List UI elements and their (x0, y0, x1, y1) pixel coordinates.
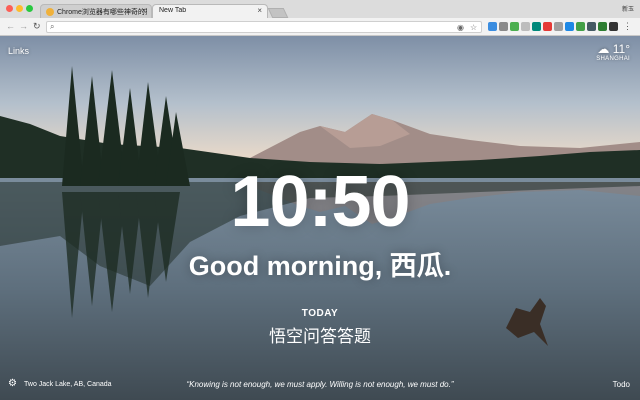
extension-icon[interactable] (499, 22, 508, 31)
extension-icon[interactable] (554, 22, 563, 31)
new-tab-button[interactable] (267, 8, 289, 18)
bottom-bar: ⚙ Two Jack Lake, AB, Canada “Knowing is … (0, 376, 640, 396)
extension-icon[interactable] (598, 22, 607, 31)
focus-label: TODAY (301, 308, 339, 319)
tab-bar: Chrome浏览器有哪些神奇的插件 × New Tab × 新玉 (0, 0, 640, 18)
target-icon[interactable]: ◉ (457, 23, 464, 32)
weather-widget[interactable]: ☁ 11° SHANGHAI (596, 42, 630, 62)
reload-icon[interactable]: ↻ (33, 21, 41, 32)
tab-new-tab[interactable]: New Tab × (152, 4, 268, 18)
new-tab-page: Links ☁ 11° SHANGHAI 10:50 Good morning,… (0, 36, 640, 400)
tab-chrome-plugins[interactable]: Chrome浏览器有哪些神奇的插件 × (40, 4, 152, 18)
weather-city: SHANGHAI (596, 56, 630, 62)
search-icon: ⌕ (50, 22, 55, 31)
extension-icon[interactable] (543, 22, 552, 31)
extension-icon[interactable] (532, 22, 541, 31)
menu-icon[interactable]: ⋮ (623, 21, 632, 32)
maximize-window-button[interactable] (26, 5, 33, 12)
address-input[interactable] (61, 22, 461, 32)
address-bar[interactable]: ⌕ ◉ ☆ (46, 21, 482, 33)
tab-close-icon[interactable]: × (257, 6, 262, 15)
minimize-window-button[interactable] (16, 5, 23, 12)
star-icon[interactable]: ☆ (470, 23, 477, 32)
extension-icon[interactable] (576, 22, 585, 31)
close-window-button[interactable] (6, 5, 13, 12)
browser-chrome: Chrome浏览器有哪些神奇的插件 × New Tab × 新玉 ← → ↻ ⌕… (0, 0, 640, 36)
extension-icon[interactable] (565, 22, 574, 31)
profile-name[interactable]: 新玉 (622, 4, 634, 13)
focus-text[interactable]: 悟空问答答题 (0, 322, 640, 347)
extension-icon[interactable] (510, 22, 519, 31)
clock: 10:50 (230, 162, 410, 242)
todo-button[interactable]: Todo (613, 380, 630, 389)
greeting: Good morning, 西瓜. (188, 251, 452, 281)
browser-toolbar: ← → ↻ ⌕ ◉ ☆ ⋮ (0, 18, 640, 36)
extension-icon[interactable] (609, 22, 618, 31)
tab-favicon-icon (46, 8, 54, 16)
forward-icon[interactable]: → (19, 21, 28, 31)
tab-title: New Tab (159, 7, 187, 14)
back-icon[interactable]: ← (6, 21, 15, 31)
weather-temperature: 11° (612, 42, 630, 56)
tab-close-icon[interactable]: × (141, 6, 146, 15)
tab-title: Chrome浏览器有哪些神奇的插件 (57, 9, 147, 16)
extension-icon[interactable] (521, 22, 530, 31)
links-button[interactable]: Links (8, 46, 29, 56)
extension-icon[interactable] (587, 22, 596, 31)
extension-icon[interactable] (488, 22, 497, 31)
weather-cloud-icon: ☁ (597, 42, 610, 56)
quote: “Knowing is not enough, we must apply. W… (186, 380, 454, 389)
